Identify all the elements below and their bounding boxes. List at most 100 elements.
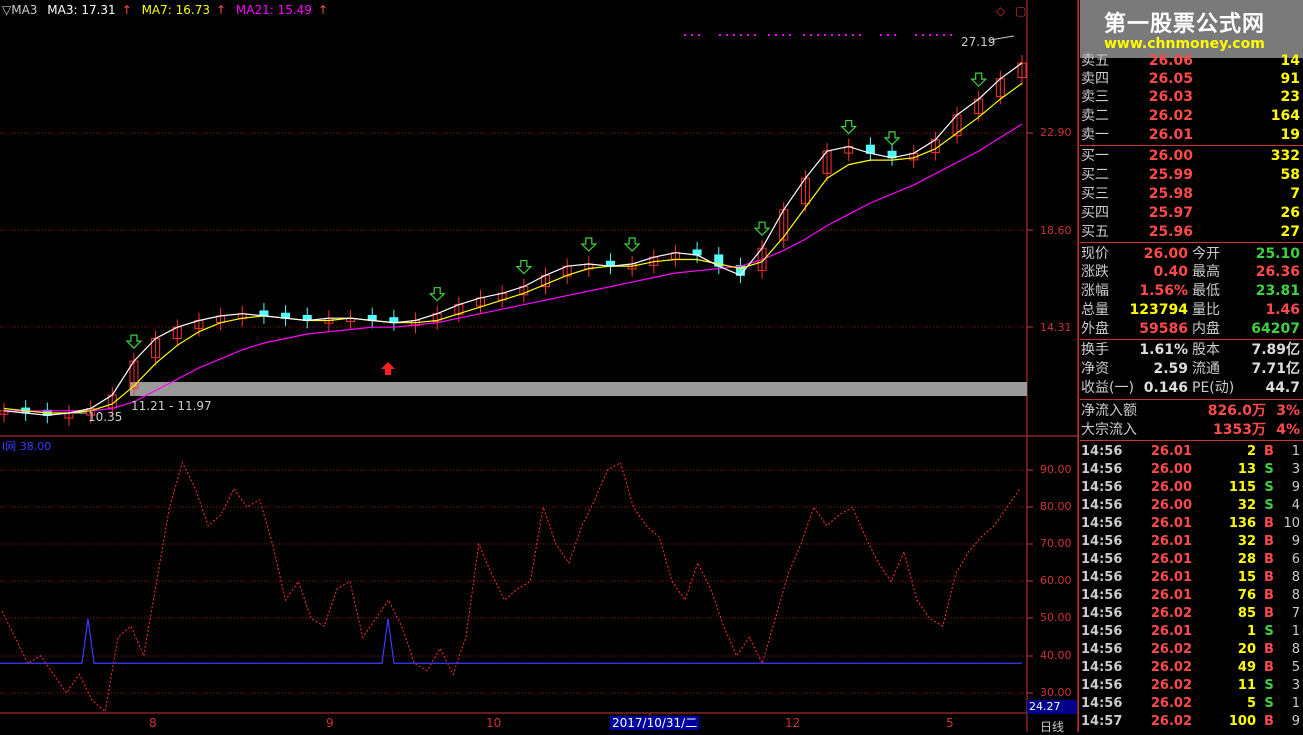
tick-row[interactable]: 14:56 26.01 28 B 6 [1080, 551, 1303, 569]
tick-volume: 85 [1237, 606, 1256, 621]
signal-dot [810, 34, 812, 36]
tick-row[interactable]: 14:56 26.02 49 B 5 [1080, 659, 1303, 677]
ask-volume: 91 [1280, 71, 1300, 87]
tick-count: 4 [1291, 498, 1300, 513]
signal-dot [740, 34, 742, 36]
tick-count: 8 [1291, 642, 1300, 657]
indicator-legend-text: I网 38.00 [2, 440, 52, 453]
signal-down-arrow-icon [428, 287, 446, 302]
signal-dot [845, 34, 847, 36]
tick-price: 26.02 [1150, 642, 1192, 657]
tick-row[interactable]: 14:56 26.01 76 B 8 [1080, 587, 1303, 605]
tick-price: 26.01 [1150, 552, 1192, 567]
tick-row[interactable]: 14:56 26.01 2 B 1 [1080, 443, 1303, 461]
x-axis-tick: 12 [785, 716, 801, 730]
tick-row[interactable]: 14:56 26.02 85 B 7 [1080, 605, 1303, 623]
quote-label: 最高 [1192, 264, 1220, 280]
period-label[interactable]: 日线 [1040, 718, 1064, 735]
quote-label: 外盘 [1081, 321, 1109, 337]
ma-legend-prefix[interactable]: ▽MA3 [2, 3, 37, 17]
chart-canvas[interactable] [0, 0, 1078, 732]
bid-row[interactable]: 买二 25.99 58 [1080, 166, 1303, 184]
ask-label: 卖二 [1081, 108, 1109, 124]
tick-row[interactable]: 14:56 26.00 13 S 3 [1080, 461, 1303, 479]
tick-time: 14:56 [1081, 498, 1123, 513]
signal-dot [726, 34, 728, 36]
tick-price: 26.01 [1150, 444, 1192, 459]
up-arrow-icon: ↑ [317, 3, 328, 17]
tick-count: 7 [1291, 606, 1300, 621]
tick-row[interactable]: 14:56 26.01 32 B 9 [1080, 533, 1303, 551]
bid-volume: 26 [1280, 205, 1300, 221]
tick-time: 14:56 [1081, 462, 1123, 477]
diamond-icon[interactable]: ◇ [996, 4, 1005, 18]
x-axis-tick: 5 [946, 716, 954, 730]
tick-price: 26.02 [1150, 606, 1192, 621]
quote-row: 涨幅 1.56% 最低 23.81 [1080, 282, 1303, 300]
quote-row: 外盘 59586 内盘 64207 [1080, 320, 1303, 338]
tick-side: B [1264, 606, 1274, 621]
signal-dot [887, 34, 889, 36]
tick-row[interactable]: 14:57 26.02 100 B 9 [1080, 713, 1303, 731]
tick-volume: 15 [1237, 570, 1256, 585]
ma-legend: ▽MA3 MA3: 17.31 ↑ MA7: 16.73 ↑ MA21: 15.49… [2, 3, 334, 17]
ask-row[interactable]: 卖三 26.03 23 [1080, 88, 1303, 106]
divider [1080, 339, 1303, 340]
tick-time: 14:56 [1081, 678, 1123, 693]
ask-row[interactable]: 卖二 26.02 164 [1080, 107, 1303, 125]
tick-count: 5 [1291, 660, 1300, 675]
signal-down-arrow-icon [753, 221, 771, 237]
stat-label: 净资 [1081, 361, 1109, 377]
flow-label: 净流入额 [1081, 403, 1137, 419]
bid-price: 25.99 [1148, 167, 1193, 183]
signal-dot [782, 34, 784, 36]
tick-count: 6 [1291, 552, 1300, 567]
bid-row[interactable]: 买一 26.00 332 [1080, 147, 1303, 165]
window-icon[interactable]: ▢ [1015, 4, 1026, 18]
stat-value: 0.146 [1143, 380, 1188, 396]
tick-row[interactable]: 14:56 26.02 20 B 8 [1080, 641, 1303, 659]
signal-dot [880, 34, 882, 36]
tick-side: S [1264, 678, 1274, 693]
tick-price: 26.00 [1150, 498, 1192, 513]
bid-volume: 58 [1280, 167, 1300, 183]
bid-row[interactable]: 买四 25.97 26 [1080, 204, 1303, 222]
tick-row[interactable]: 14:56 26.02 11 S 3 [1080, 677, 1303, 695]
chart-area[interactable]: ▽MA3 MA3: 17.31 ↑ MA7: 16.73 ↑ MA21: 15.49… [0, 0, 1078, 735]
ask-row[interactable]: 卖四 26.05 91 [1080, 70, 1303, 88]
tick-row[interactable]: 14:56 26.02 5 S 1 [1080, 695, 1303, 713]
signal-dot [789, 34, 791, 36]
bid-row[interactable]: 买三 25.98 7 [1080, 185, 1303, 203]
tick-row[interactable]: 14:56 26.01 1 S 1 [1080, 623, 1303, 641]
tick-price: 26.00 [1150, 480, 1192, 495]
tick-time: 14:56 [1081, 624, 1123, 639]
signal-dot [859, 34, 861, 36]
signal-dot [838, 34, 840, 36]
ma7-legend: MA7: 16.73 [141, 3, 210, 17]
ma21-legend: MA21: 15.49 [235, 3, 312, 17]
logo-url: www.chnmoney.com [1104, 36, 1265, 52]
ask-volume: 164 [1270, 108, 1300, 124]
tick-volume: 2 [1246, 444, 1256, 459]
quote-value: 25.10 [1255, 246, 1300, 262]
tick-price: 26.01 [1150, 534, 1192, 549]
signal-dot [747, 34, 749, 36]
flow-pct: 4% [1276, 422, 1300, 438]
ask-row[interactable]: 卖五 26.06 14 [1080, 52, 1303, 70]
ma21-line [4, 123, 1023, 412]
tick-time: 14:56 [1081, 642, 1123, 657]
bid-row[interactable]: 买五 25.96 27 [1080, 223, 1303, 241]
tick-row[interactable]: 14:56 26.01 15 B 8 [1080, 569, 1303, 587]
tick-volume: 32 [1237, 498, 1256, 513]
indicator-baseline [0, 618, 1022, 664]
tick-row[interactable]: 14:56 26.00 115 S 9 [1080, 479, 1303, 497]
tick-count: 3 [1291, 462, 1300, 477]
ask-row[interactable]: 卖一 26.01 19 [1080, 126, 1303, 144]
bid-price: 26.00 [1148, 148, 1193, 164]
bid-label: 买五 [1081, 224, 1109, 240]
tick-row[interactable]: 14:56 26.01 136 B 10 [1080, 515, 1303, 533]
tick-row[interactable]: 14:56 26.00 32 S 4 [1080, 497, 1303, 515]
tick-side: B [1264, 714, 1274, 729]
signal-down-arrow-icon [623, 237, 641, 252]
signal-dot [950, 34, 952, 36]
